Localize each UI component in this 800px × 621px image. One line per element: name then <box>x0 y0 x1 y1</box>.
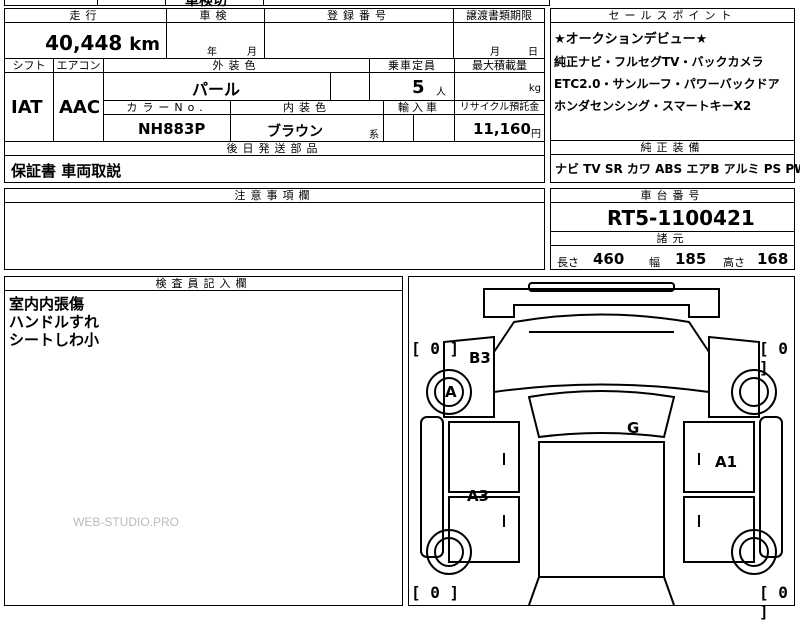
equipment-value: ナビ TV SR カワ ABS エアB アルミ PS PW <box>555 162 800 176</box>
mileage-value: 40,448 km <box>45 31 160 55</box>
top-strip <box>4 0 550 6</box>
dimensions-label: 諸元 <box>551 232 794 246</box>
mileage-unit: km <box>129 34 160 55</box>
inspection-year-unit: 年 <box>207 47 217 58</box>
chassis-value: RT5-1100421 <box>607 206 755 230</box>
right-top-count: [ 0 ] <box>759 339 788 377</box>
sales-points-cell: セールスポイント ★オークションデビュー★ 純正ナビ・フルセグTV・バックカメラ… <box>550 8 795 141</box>
interior-color-value: ブラウン <box>267 124 323 140</box>
max-load-label: 最大積載量 <box>455 59 544 73</box>
sales-point-line: ホンダセンシング・スマートキーX2 <box>554 99 752 113</box>
later-parts-label: 後日発送部品 <box>5 142 544 156</box>
color-no-label: カラーNo. <box>104 101 230 115</box>
length-label: 長さ <box>557 256 579 269</box>
inspector-line: 室内内張傷 <box>9 295 85 313</box>
chassis-cell: 車台番号 RT5-1100421 <box>550 188 795 232</box>
max-load-unit: kg <box>528 83 541 94</box>
right-bottom-count: [ 0 ] <box>759 583 788 621</box>
registration-label: 登録番号 <box>265 9 453 23</box>
inspector-cell: 検査員記入欄 室内内張傷 ハンドルすれ シートしわ小 WEB-STUDIO.PR… <box>4 276 403 606</box>
mileage-number: 40,448 <box>45 31 123 55</box>
later-parts-value: 保証書 車両取説 <box>11 162 122 180</box>
length-value: 460 <box>593 250 625 268</box>
equipment-cell: 純正装備 ナビ TV SR カワ ABS エアB アルミ PS PW <box>550 140 800 183</box>
recycle-unit: 円 <box>531 129 541 140</box>
inspector-label: 検査員記入欄 <box>5 277 402 291</box>
exterior-color-cell: 外装色 パール <box>103 58 370 101</box>
capacity-unit: 人 <box>436 87 446 98</box>
max-load-cell: 最大積載量 kg <box>454 58 545 101</box>
transfer-cell: 譲渡書類期限 月 日 <box>453 8 545 59</box>
exterior-color-label: 外装色 <box>104 59 369 73</box>
transfer-month-unit: 月 <box>490 47 500 58</box>
notes-cell: 注意事項欄 <box>4 188 545 270</box>
capacity-cell: 乗車定員 5 人 <box>369 58 455 101</box>
aircon-value: AAC <box>59 97 101 118</box>
damage-mark-g: G <box>627 419 640 437</box>
mileage-cell: 走行 40,448 km <box>4 8 167 59</box>
damage-mark-a1: A1 <box>715 453 738 471</box>
height-value: 168 <box>757 250 789 268</box>
mileage-label: 走行 <box>5 9 166 23</box>
inspection-month-unit: 月 <box>247 47 257 58</box>
transfer-day-unit: 日 <box>528 47 538 58</box>
recycle-cell: リサイクル預託金 11,160 円 <box>454 100 545 142</box>
height-label: 高さ <box>723 256 745 269</box>
sales-points-label: セールスポイント <box>551 9 794 23</box>
sales-point-line: ETC2.0・サンルーフ・パワーバックドア <box>554 77 780 91</box>
shift-cell: シフト IAT <box>4 58 54 142</box>
damage-mark-b3: B3 <box>469 349 491 367</box>
capacity-label: 乗車定員 <box>370 59 454 73</box>
interior-color-suffix: 系 <box>369 130 379 141</box>
left-bottom-count: [ 0 ] <box>411 583 460 602</box>
inspection-cell: 車検 年 月 <box>166 8 265 59</box>
recycle-value: 11,160 <box>473 120 531 138</box>
capacity-value: 5 <box>412 77 425 98</box>
sales-point-line: ★オークションデビュー★ <box>554 32 708 47</box>
inspection-label: 車検 <box>167 9 264 23</box>
sales-points-lines: ★オークションデビュー★ 純正ナビ・フルセグTV・バックカメラ ETC2.0・サ… <box>554 29 780 117</box>
notes-label: 注意事項欄 <box>5 189 544 203</box>
inspector-line: シートしわ小 <box>9 331 100 349</box>
width-value: 185 <box>675 250 707 268</box>
sales-point-line: 純正ナビ・フルセグTV・バックカメラ <box>554 55 764 69</box>
watermark: WEB-STUDIO.PRO <box>73 515 180 529</box>
transfer-label: 譲渡書類期限 <box>454 9 544 23</box>
dimensions-cell: 諸元 長さ 460 幅 185 高さ 168 <box>550 231 795 270</box>
color-no-cell: カラーNo. NH883P <box>103 100 231 142</box>
aircon-cell: エアコン AAC <box>53 58 104 142</box>
damage-mark-a3: A3 <box>467 487 490 505</box>
interior-color-label: 内装色 <box>231 101 383 115</box>
shift-value: IAT <box>11 97 43 118</box>
color-no-value: NH883P <box>138 120 206 138</box>
interior-color-cell: 内装色 ブラウン 系 <box>230 100 384 142</box>
aircon-label: エアコン <box>54 59 103 73</box>
chassis-label: 車台番号 <box>551 189 794 203</box>
inspector-line: ハンドルすれ <box>9 313 100 331</box>
recycle-label: リサイクル預託金 <box>455 101 544 115</box>
inspector-lines: 室内内張傷 ハンドルすれ シートしわ小 <box>9 295 99 349</box>
equipment-label: 純正装備 <box>551 141 794 155</box>
left-top-count: [ 0 ] <box>411 339 460 358</box>
import-cell: 輸入車 <box>383 100 455 142</box>
width-label: 幅 <box>649 256 660 269</box>
later-parts-cell: 後日発送部品 保証書 車両取説 <box>4 141 545 183</box>
registration-cell: 登録番号 <box>264 8 454 59</box>
car-diagram: [ 0 ] [ 0 ] [ 0 ] [ 0 ] B3 A G A1 A3 <box>408 276 795 621</box>
shift-label: シフト <box>5 59 53 73</box>
exterior-color-value: パール <box>192 80 241 99</box>
damage-mark-a: A <box>445 383 457 401</box>
car-outline-diagram <box>420 282 783 605</box>
import-label: 輸入車 <box>384 101 454 115</box>
